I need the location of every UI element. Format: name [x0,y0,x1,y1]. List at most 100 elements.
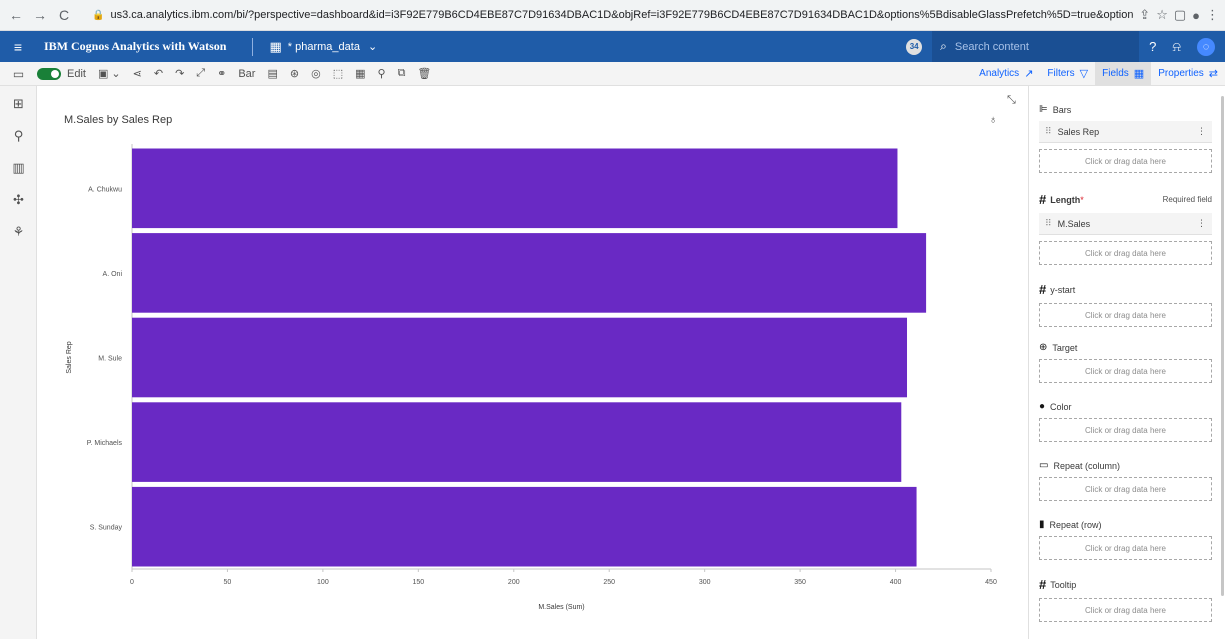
table-icon[interactable]: ▦ [355,67,365,80]
slot-label: Color [1050,401,1072,412]
slot-bars: ⊫ Bars ⠿ Sales Rep ⋮ Click or drag data her… [1039,104,1212,173]
comment-icon[interactable]: ▭ [0,67,37,81]
drag-handle-icon[interactable]: ⠿ [1045,126,1052,137]
app-title[interactable]: IBM Cognos Analytics with Watson [44,39,226,54]
drop-zone[interactable]: Click or drag data here [1039,149,1212,173]
required-note: Required field [1162,195,1212,204]
x-tick-label: 50 [224,579,232,586]
drop-zone[interactable]: Click or drag data here [1039,536,1212,560]
star-icon[interactable]: ☆ [1156,7,1168,23]
notification-badge[interactable]: 34 [906,38,923,55]
x-tick-label: 100 [317,579,329,586]
globe-icon[interactable]: ⊛ [290,67,299,80]
hash-icon: # [1039,282,1047,297]
header-divider [252,37,254,56]
slot-target: ⊕ Target Click or drag data here [1039,342,1212,383]
back-arrow-icon[interactable]: ← [6,5,26,25]
drop-zone[interactable]: Click or drag data here [1039,418,1212,442]
drag-handle-icon[interactable]: ⠿ [1045,218,1052,229]
x-tick-label: 0 [130,579,134,586]
assistant-icon[interactable]: ⚘ [0,220,37,244]
edit-toggle[interactable] [37,67,61,80]
undo-icon[interactable]: ↶ [154,67,163,80]
x-tick-label: 300 [699,579,711,586]
slot-repeat-column: ▭ Repeat (column) Click or drag data here [1039,460,1212,501]
bell-icon[interactable]: ⍾ [1172,39,1181,55]
bar[interactable] [132,148,898,229]
link-icon[interactable]: ⚭ [217,67,226,80]
tab-properties[interactable]: Properties ⇄ [1151,62,1225,85]
tab-analytics[interactable]: Analytics ↗ [972,62,1040,85]
dashboard-canvas[interactable]: ⤡ M.Sales by Sales Rep ♁ A. Chukwu A. Oni… [37,86,1028,639]
x-axis-label: M.Sales (Sum) [538,604,584,611]
bar[interactable] [132,317,908,398]
drop-zone[interactable]: Click or drag data here [1039,241,1212,265]
color-palette-icon: ● [1039,401,1046,412]
extension-icon[interactable]: ● [1192,8,1200,23]
tab-fields[interactable]: Fields ▦ [1095,62,1152,85]
avatar[interactable]: ◌ [1197,37,1215,56]
visualizations-icon[interactable]: ▥ [0,156,37,180]
properties-icon: ⇄ [1208,68,1218,80]
drop-zone[interactable]: Click or drag data here [1039,303,1212,327]
y-tick-label: M. Sule [98,356,122,363]
share-icon[interactable]: ⇪ [1139,7,1150,23]
fields-panel: ⊫ Bars ⠿ Sales Rep ⋮ Click or drag data her… [1028,86,1225,639]
share-network-icon[interactable]: ⋖ [133,67,142,80]
forward-arrow-icon[interactable]: → [30,5,50,25]
x-tick-label: 250 [603,579,615,586]
drop-zone[interactable]: Click or drag data here [1039,598,1212,622]
scrollbar[interactable] [1221,96,1224,596]
redo-icon[interactable]: ↷ [175,67,184,80]
hash-icon: # [1039,577,1047,592]
y-axis-label: Sales Rep [66,341,73,373]
select-icon[interactable]: ⬚ [333,67,343,80]
slot-label: Bars [1052,104,1072,115]
chevron-down-icon[interactable]: ⌄ [368,40,377,53]
bars-icon: ⊫ [1039,104,1048,115]
bar[interactable] [132,486,917,567]
kebab-icon[interactable]: ⋮ [1197,126,1206,137]
drop-zone[interactable]: Click or drag data here [1039,477,1212,501]
kebab-icon[interactable]: ⋮ [1206,7,1219,23]
address-bar[interactable]: 🔒 us3.ca.analytics.ibm.com/bi/?perspecti… [84,4,1133,26]
slot-y-start: # y-start Click or drag data here [1039,282,1212,327]
data-sources-icon[interactable]: ⊞ [0,92,37,116]
save-icon[interactable]: ▣ ⌄ [98,67,121,80]
widgets-icon[interactable]: ✣ [0,188,37,212]
pin-icon[interactable]: ⚲ [0,124,37,148]
tab-icon[interactable]: ▢ [1174,7,1186,23]
reload-icon[interactable]: C [54,5,74,25]
slot-tooltip: # Tooltip Click or drag data here [1039,577,1212,622]
filter-icon: ▽ [1079,68,1089,80]
slot-label: Length [1050,194,1081,205]
kebab-icon[interactable]: ⋮ [1197,218,1206,229]
viz-type-label[interactable]: Bar [238,68,255,80]
lock-icon: 🔒 [92,9,105,21]
trash-icon[interactable]: 🗑 [417,67,431,80]
copy-icon[interactable]: ⧉ [398,67,406,80]
bar-chart-icon[interactable]: ▤ [267,67,277,80]
expand-icon[interactable]: ⤢ [196,67,205,80]
y-tick-label: A. Oni [103,271,123,278]
tab-filters[interactable]: Filters ▽ [1040,62,1095,85]
analytics-icon: ↗ [1024,68,1034,80]
slot-length: # Length * Required field ⠿ M.Sales ⋮ Click o… [1039,192,1212,265]
pin-icon[interactable]: ⚲ [378,67,386,80]
field-pill-m-sales[interactable]: ⠿ M.Sales ⋮ [1039,213,1212,235]
drop-zone[interactable]: Click or drag data here [1039,359,1212,383]
bar[interactable] [132,233,927,313]
field-pill-sales-rep[interactable]: ⠿ Sales Rep ⋮ [1039,121,1212,143]
x-tick-label: 350 [794,579,806,586]
x-tick-label: 400 [890,579,902,586]
bar-chart[interactable]: A. Chukwu A. Oni M. Sule P. Michaels S. Sund… [37,86,1028,639]
bar[interactable] [132,402,902,482]
target-icon[interactable]: ◎ [311,67,321,80]
hamburger-menu-icon[interactable]: ≡ [6,39,30,55]
target-icon: ⊕ [1039,342,1048,353]
app-header: ≡ IBM Cognos Analytics with Watson ▦ * p… [0,31,1225,62]
help-icon[interactable]: ? [1149,39,1156,54]
datasource-name[interactable]: * pharma_data [288,41,360,53]
search-input[interactable] [954,40,1105,53]
slot-label: Repeat (column) [1053,460,1120,471]
